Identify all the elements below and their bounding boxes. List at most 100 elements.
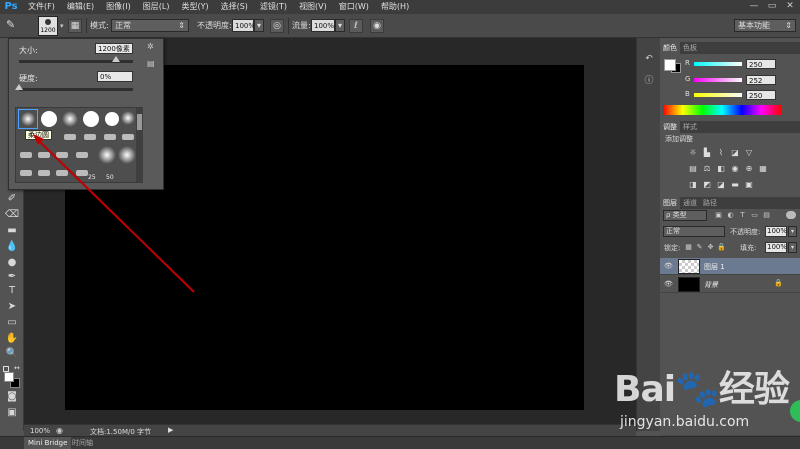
tab-timeline[interactable]: 时间轴 <box>68 437 97 449</box>
hue-sat-icon[interactable]: ▤ <box>688 164 698 173</box>
posterize-icon[interactable]: ◩ <box>702 180 712 189</box>
fill-input[interactable]: 100% <box>765 242 787 253</box>
brush-picker-chevron-icon[interactable]: ▾ <box>60 22 64 30</box>
opacity-input[interactable]: 100% <box>232 19 255 32</box>
menu-type[interactable]: 类型(Y) <box>175 0 214 14</box>
brush-preset-item[interactable] <box>38 170 50 176</box>
path-select-tool-icon[interactable]: ➤ <box>4 300 20 314</box>
brush-hard-round-2[interactable] <box>82 110 100 128</box>
filter-smart-icon[interactable]: ▤ <box>762 211 771 219</box>
dodge-tool-icon[interactable]: ● <box>4 256 20 270</box>
tab-adjustments[interactable]: 调整 <box>660 121 680 133</box>
tab-layers[interactable]: 图层 <box>660 197 680 209</box>
blend-mode-select[interactable]: 正常 <box>663 226 725 237</box>
pen-tool-icon[interactable]: ✒ <box>4 270 20 284</box>
properties-icon[interactable]: ⓘ <box>642 74 656 88</box>
color-lookup-icon[interactable]: ▦ <box>758 164 768 173</box>
b-input[interactable]: 250 <box>746 90 776 100</box>
tab-paths[interactable]: 路径 <box>700 197 720 209</box>
brightness-icon[interactable]: ☼ <box>688 148 698 157</box>
tab-styles[interactable]: 样式 <box>680 121 700 133</box>
lock-position-icon[interactable]: ✥ <box>706 243 715 251</box>
flow-slider-button[interactable]: ▾ <box>335 19 345 32</box>
menu-layer[interactable]: 图层(L) <box>137 0 176 14</box>
curves-icon[interactable]: ⌇ <box>716 148 726 157</box>
layer-opacity-input[interactable]: 100% <box>765 226 787 237</box>
brush-preset-item[interactable] <box>38 152 50 158</box>
g-input[interactable]: 252 <box>746 75 776 85</box>
brush-soft-round-large[interactable] <box>98 146 116 164</box>
selective-color-icon[interactable]: ▣ <box>744 180 754 189</box>
layer-row[interactable]: 👁 图层 1 <box>660 258 800 275</box>
shape-tool-icon[interactable]: ▭ <box>4 316 20 330</box>
screen-mode-icon[interactable]: ▣ <box>4 406 20 420</box>
channel-mixer-icon[interactable]: ⊕ <box>744 164 754 173</box>
brush-panel-toggle-icon[interactable]: ▦ <box>68 19 82 33</box>
r-slider[interactable] <box>694 62 742 66</box>
layer-name[interactable]: 背景 <box>704 280 718 290</box>
hardness-slider[interactable] <box>19 88 133 91</box>
vibrance-icon[interactable]: ▽ <box>744 148 754 157</box>
brush-preset-item[interactable] <box>56 170 68 176</box>
brush-hard-round-3[interactable] <box>103 110 121 128</box>
close-button[interactable]: ✕ <box>784 1 796 12</box>
filter-toggle[interactable] <box>786 211 796 219</box>
brush-tool-icon[interactable]: ✐ <box>4 192 20 206</box>
flow-input[interactable]: 100% <box>311 19 335 32</box>
mode-select[interactable]: 正常 ⇕ <box>111 19 189 32</box>
tab-channels[interactable]: 通道 <box>680 197 700 209</box>
brush-preset-item[interactable] <box>20 170 32 176</box>
size-input[interactable]: 1200像素 <box>95 43 133 54</box>
layer-row[interactable]: 👁 背景 🔒 <box>660 276 800 293</box>
layer-name[interactable]: 图层 1 <box>704 262 725 272</box>
quick-mask-icon[interactable]: ◙ <box>4 390 20 404</box>
brush-preset-item[interactable] <box>76 170 88 176</box>
brush-preset-item[interactable] <box>76 152 88 158</box>
lock-transparent-icon[interactable]: ▦ <box>684 243 693 251</box>
layer-filter-select[interactable]: ρ 类型 <box>663 210 707 221</box>
zoom-level[interactable]: 100% <box>30 427 50 435</box>
gradient-map-icon[interactable]: ▬ <box>730 180 740 189</box>
brush-preset-item[interactable] <box>122 134 134 140</box>
r-input[interactable]: 250 <box>746 59 776 69</box>
menu-file[interactable]: 文件(F) <box>22 0 61 14</box>
threshold-icon[interactable]: ◪ <box>716 180 726 189</box>
blur-tool-icon[interactable]: 💧 <box>4 240 20 254</box>
g-slider[interactable] <box>694 78 742 82</box>
status-menu-arrow-icon[interactable]: ▶ <box>168 426 173 434</box>
hardness-slider-thumb[interactable] <box>15 84 23 90</box>
tab-swatches[interactable]: 色板 <box>680 42 700 54</box>
menu-help[interactable]: 帮助(H) <box>375 0 415 14</box>
brush-tool-icon[interactable]: ✎ <box>6 18 26 34</box>
scrollbar-thumb[interactable] <box>137 114 142 130</box>
photo-filter-icon[interactable]: ◉ <box>730 164 740 173</box>
lock-all-icon[interactable]: 🔒 <box>717 243 726 251</box>
gradient-tool-icon[interactable]: ▬ <box>4 224 20 238</box>
brush-soft-round[interactable] <box>61 110 79 128</box>
maximize-button[interactable]: ▭ <box>766 1 778 12</box>
brush-soft-round-small[interactable] <box>18 109 38 129</box>
brush-preset-picker[interactable]: 1200 <box>38 16 58 36</box>
brush-preset-item[interactable] <box>104 134 116 140</box>
minimize-button[interactable]: — <box>748 1 760 12</box>
exposure-icon[interactable]: ◪ <box>730 148 740 157</box>
history-icon[interactable]: ↶ <box>642 52 656 66</box>
filter-shape-icon[interactable]: ▭ <box>750 211 759 219</box>
tab-mini-bridge[interactable]: Mini Bridge <box>24 437 72 449</box>
status-info-icon[interactable]: ◉ <box>56 426 63 435</box>
visibility-eye-icon[interactable]: 👁 <box>664 262 674 271</box>
airbrush-icon[interactable]: ℓ <box>349 19 363 33</box>
brush-preset-item[interactable] <box>20 152 32 158</box>
menu-window[interactable]: 窗口(W) <box>333 0 375 14</box>
pressure-size-icon[interactable]: ◉ <box>370 19 384 33</box>
tab-color[interactable]: 颜色 <box>660 42 680 54</box>
foreground-color-swatch[interactable] <box>4 372 14 382</box>
size-slider-thumb[interactable] <box>111 56 120 62</box>
menu-image[interactable]: 图像(I) <box>100 0 137 14</box>
fill-slider-button[interactable]: ▾ <box>788 242 797 253</box>
brush-preset-item[interactable] <box>64 134 76 140</box>
color-balance-icon[interactable]: ⚖ <box>702 164 712 173</box>
hand-tool-icon[interactable]: ✋ <box>4 332 20 346</box>
zoom-tool-icon[interactable]: 🔍 <box>4 347 20 361</box>
hardness-input[interactable]: 0% <box>97 71 133 82</box>
